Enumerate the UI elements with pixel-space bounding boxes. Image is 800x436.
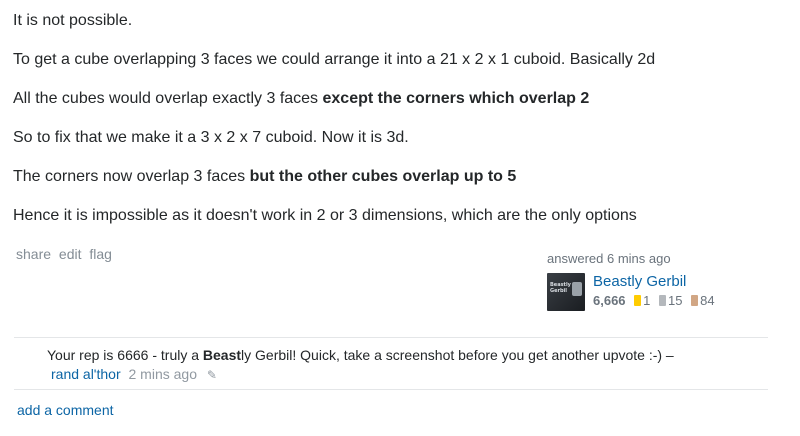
share-link[interactable]: share xyxy=(16,246,51,262)
gold-badge-icon xyxy=(634,295,642,306)
answer-paragraph: All the cubes would overlap exactly 3 fa… xyxy=(13,90,590,107)
bronze-badge-icon xyxy=(691,295,699,306)
answer-body: It is not possible. To get a cube overla… xyxy=(13,10,783,244)
post-menu: share edit flag xyxy=(16,246,116,262)
user-name-link[interactable]: Beastly Gerbil xyxy=(593,273,715,291)
answer-paragraph: So to fix that we make it a 3 x 2 x 7 cu… xyxy=(13,129,409,146)
bronze-badge-count: 84 xyxy=(700,293,715,308)
user-card: Beastly Gerbil Beastly Gerbil 6,666 1 15… xyxy=(547,273,777,311)
flag-link[interactable]: flag xyxy=(89,246,112,262)
comment-text: Your rep is 6666 - truly a Beastly Gerbi… xyxy=(47,347,674,363)
answer-paragraph: Hence it is impossible as it doesn't wor… xyxy=(13,207,637,224)
comment: Your rep is 6666 - truly a Beastly Gerbi… xyxy=(47,346,747,385)
silver-badge-icon xyxy=(659,295,667,306)
reputation-line: 6,666 1 15 84 xyxy=(593,293,715,308)
comments-top-divider xyxy=(14,337,768,338)
comment-author-link[interactable]: rand al'thor xyxy=(51,366,121,382)
answered-time: answered 6 mins ago xyxy=(547,251,671,266)
gold-badge-count: 1 xyxy=(643,293,651,308)
comments-bottom-divider xyxy=(14,389,768,390)
silver-badge-count: 15 xyxy=(668,293,683,308)
user-info: Beastly Gerbil 6,666 1 15 84 xyxy=(593,273,715,311)
user-signature: answered 6 mins ago Beastly Gerbil Beast… xyxy=(547,251,777,311)
avatar-figure xyxy=(572,282,582,296)
answer-paragraph: To get a cube overlapping 3 faces we cou… xyxy=(13,51,656,68)
reputation-score: 6,666 xyxy=(593,293,626,308)
avatar[interactable]: Beastly Gerbil xyxy=(547,273,585,311)
pencil-icon[interactable]: ✎ xyxy=(207,366,217,385)
edit-link[interactable]: edit xyxy=(59,246,82,262)
add-comment-link[interactable]: add a comment xyxy=(17,402,114,418)
comment-time: 2 mins ago xyxy=(128,366,197,382)
answer-paragraph: The corners now overlap 3 faces but the … xyxy=(13,168,517,185)
answer-paragraph: It is not possible. xyxy=(13,12,133,29)
